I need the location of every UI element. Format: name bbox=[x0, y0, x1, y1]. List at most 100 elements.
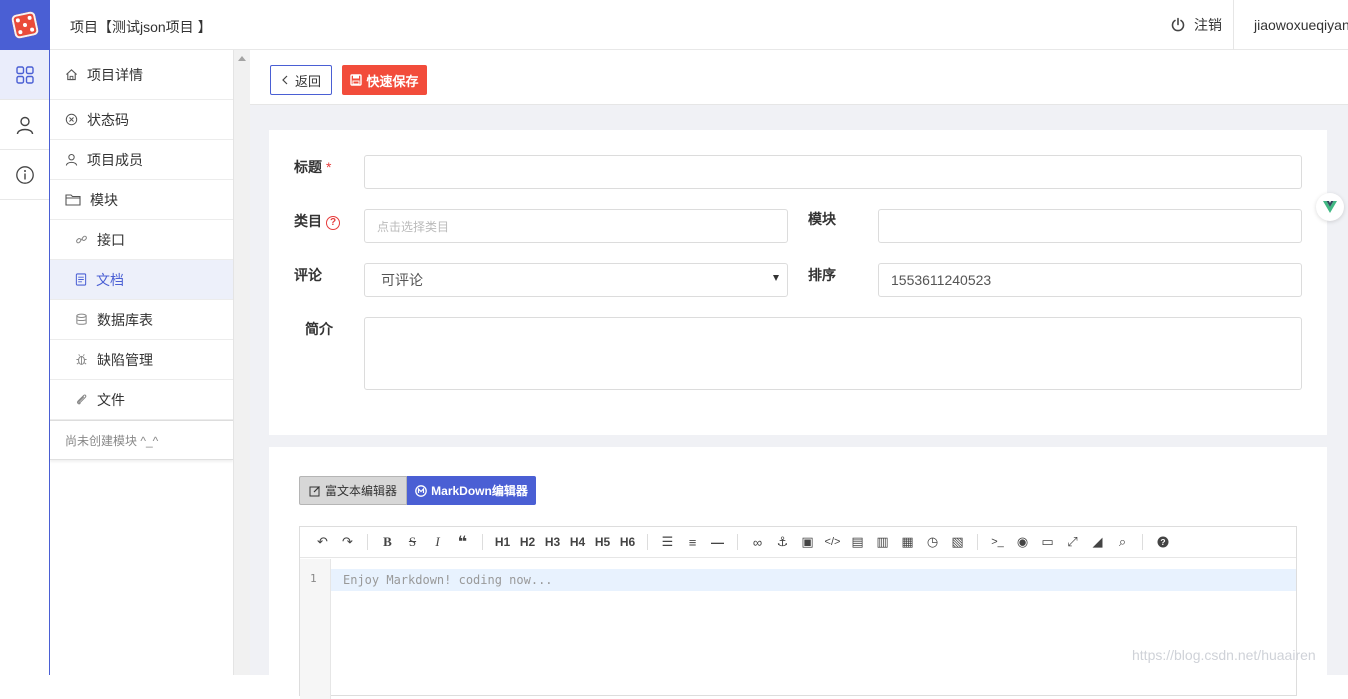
info-icon bbox=[15, 165, 34, 184]
sidebar-item-label: 接口 bbox=[97, 231, 125, 248]
horizontal-rule-icon[interactable]: — bbox=[705, 527, 730, 558]
user-menu[interactable]: jiaowoxueqiyang bbox=[1233, 0, 1348, 50]
circle-x-icon bbox=[65, 113, 78, 126]
heading-2-button[interactable]: H2 bbox=[515, 527, 540, 558]
logout-label: 注销 bbox=[1194, 17, 1222, 33]
sidebar-item-project-detail[interactable]: 项目详情 bbox=[50, 50, 233, 100]
unordered-list-icon[interactable]: ☰ bbox=[655, 527, 680, 558]
bug-icon bbox=[76, 354, 87, 365]
module-input[interactable] bbox=[878, 209, 1302, 243]
undo-icon[interactable]: ↶ bbox=[310, 527, 335, 558]
datetime-icon[interactable]: ◷ bbox=[920, 527, 945, 558]
link-icon[interactable]: ∞ bbox=[745, 527, 770, 558]
rail-user[interactable] bbox=[0, 100, 49, 150]
icon-rail bbox=[0, 50, 50, 675]
quick-save-button[interactable]: 快速保存 bbox=[342, 65, 427, 95]
heading-1-button[interactable]: H1 bbox=[490, 527, 515, 558]
dice-logo-icon bbox=[10, 10, 40, 40]
vue-devtools-float-button[interactable] bbox=[1316, 193, 1344, 221]
sidebar-item-modules[interactable]: 模块 bbox=[50, 180, 233, 220]
heading-4-button[interactable]: H4 bbox=[565, 527, 590, 558]
power-icon bbox=[1171, 17, 1185, 32]
preview-eye-icon[interactable]: ◉ bbox=[1010, 527, 1035, 558]
sidebar-scrollbar[interactable] bbox=[233, 50, 250, 675]
strikethrough-icon[interactable]: S bbox=[400, 527, 425, 558]
tab-markdown-editor[interactable]: MarkDown编辑器 bbox=[407, 476, 536, 505]
sidebar-item-database[interactable]: 数据库表 bbox=[50, 300, 233, 340]
code-icon[interactable]: </> bbox=[820, 527, 845, 558]
quote-icon[interactable]: ❝ bbox=[450, 527, 475, 558]
terminal-icon[interactable]: >_ bbox=[985, 527, 1010, 558]
toolbar-divider bbox=[977, 534, 978, 550]
help-circle-svg: ? bbox=[1157, 536, 1168, 548]
fullscreen-icon[interactable]: ⤢ bbox=[1060, 527, 1085, 558]
editor-active-line[interactable]: Enjoy Markdown! coding now... bbox=[331, 569, 1296, 591]
help-icon[interactable]: ? bbox=[326, 215, 340, 230]
sidebar-item-label: 数据库表 bbox=[97, 311, 153, 328]
search-icon[interactable]: ⌕ bbox=[1110, 527, 1135, 558]
sidebar-item-interface[interactable]: 接口 bbox=[50, 220, 233, 260]
sidebar-item-label: 缺陷管理 bbox=[97, 351, 153, 368]
eraser-icon[interactable]: ◢ bbox=[1085, 527, 1110, 558]
folder-icon bbox=[65, 194, 81, 206]
sidebar-item-label: 项目详情 bbox=[87, 66, 143, 83]
action-toolbar: 返回 快速保存 bbox=[250, 50, 1348, 105]
table-icon[interactable]: ▦ bbox=[895, 527, 920, 558]
heading-6-button[interactable]: H6 bbox=[615, 527, 640, 558]
heading-3-button[interactable]: H3 bbox=[540, 527, 565, 558]
summary-textarea[interactable] bbox=[364, 317, 1302, 390]
logout-button[interactable]: 注销 bbox=[1170, 0, 1222, 50]
sidebar-item-members[interactable]: 项目成员 bbox=[50, 140, 233, 180]
grid-icon bbox=[15, 65, 34, 84]
desktop-preview-icon[interactable]: ▭ bbox=[1035, 527, 1060, 558]
svg-text:?: ? bbox=[1160, 537, 1165, 547]
comment-select[interactable]: 可评论 bbox=[364, 263, 788, 297]
sidebar-item-bugs[interactable]: 缺陷管理 bbox=[50, 340, 233, 380]
code-block-icon[interactable]: ▤ bbox=[845, 527, 870, 558]
sidebar-item-documents[interactable]: 文档 bbox=[50, 260, 233, 300]
markdown-logo-icon bbox=[415, 484, 428, 497]
toolbar-divider bbox=[1142, 534, 1143, 550]
scroll-up-arrow-icon[interactable] bbox=[238, 56, 246, 61]
back-button[interactable]: 返回 bbox=[270, 65, 332, 95]
document-form: 标题 * 类目? 点击选择类目 模块 评论 可评论 排序 155361124052… bbox=[269, 130, 1327, 435]
comment-label: 评论 bbox=[294, 267, 322, 283]
editor-placeholder: Enjoy Markdown! coding now... bbox=[343, 573, 553, 587]
html-entities-icon[interactable]: ▧ bbox=[945, 527, 970, 558]
title-label-text: 标题 bbox=[294, 159, 322, 175]
title-label: 标题 * bbox=[294, 157, 331, 177]
tab-rich-text-editor[interactable]: 富文本编辑器 bbox=[299, 476, 407, 505]
sidebar: 项目详情 状态码 项目成员 模块 接口 文档 数据库表 缺陷管理 文件 尚未创建… bbox=[50, 50, 233, 675]
bold-icon[interactable]: B bbox=[375, 527, 400, 558]
back-label: 返回 bbox=[294, 73, 321, 89]
sidebar-item-files[interactable]: 文件 bbox=[50, 380, 233, 420]
watermark-text: https://blog.csdn.net/huaairen bbox=[1132, 647, 1316, 663]
category-select-input[interactable]: 点击选择类目 bbox=[364, 209, 788, 243]
sidebar-item-label: 模块 bbox=[90, 191, 118, 208]
line-number: 1 bbox=[310, 572, 317, 585]
anchor-icon[interactable]: ⚓ bbox=[770, 527, 795, 558]
database-icon bbox=[76, 313, 87, 325]
vue-logo-icon bbox=[1323, 201, 1337, 213]
top-bar: 项目【测试json项目 】 注销 jiaowoxueqiyang bbox=[0, 0, 1348, 50]
redo-icon[interactable]: ↷ bbox=[335, 527, 360, 558]
rail-info[interactable] bbox=[0, 150, 49, 200]
ordered-list-icon[interactable]: ≡ bbox=[680, 527, 705, 558]
paperclip-icon bbox=[77, 394, 87, 405]
sidebar-item-label: 文档 bbox=[96, 271, 124, 288]
category-label: 类目? bbox=[294, 211, 340, 231]
sidebar-item-label: 状态码 bbox=[87, 111, 129, 128]
toolbar-divider bbox=[647, 534, 648, 550]
heading-5-button[interactable]: H5 bbox=[590, 527, 615, 558]
sidebar-item-status-code[interactable]: 状态码 bbox=[50, 100, 233, 140]
title-input[interactable] bbox=[364, 155, 1302, 189]
rail-dashboard[interactable] bbox=[0, 50, 49, 100]
app-logo[interactable] bbox=[0, 0, 50, 50]
toolbar-divider bbox=[367, 534, 368, 550]
image-icon[interactable]: ▣ bbox=[795, 527, 820, 558]
help-circle-icon[interactable]: ? bbox=[1150, 527, 1175, 558]
preformatted-text-icon[interactable]: ▥ bbox=[870, 527, 895, 558]
italic-icon[interactable]: I bbox=[425, 527, 450, 558]
home-icon bbox=[66, 69, 77, 81]
order-input[interactable]: 1553611240523 bbox=[878, 263, 1302, 297]
